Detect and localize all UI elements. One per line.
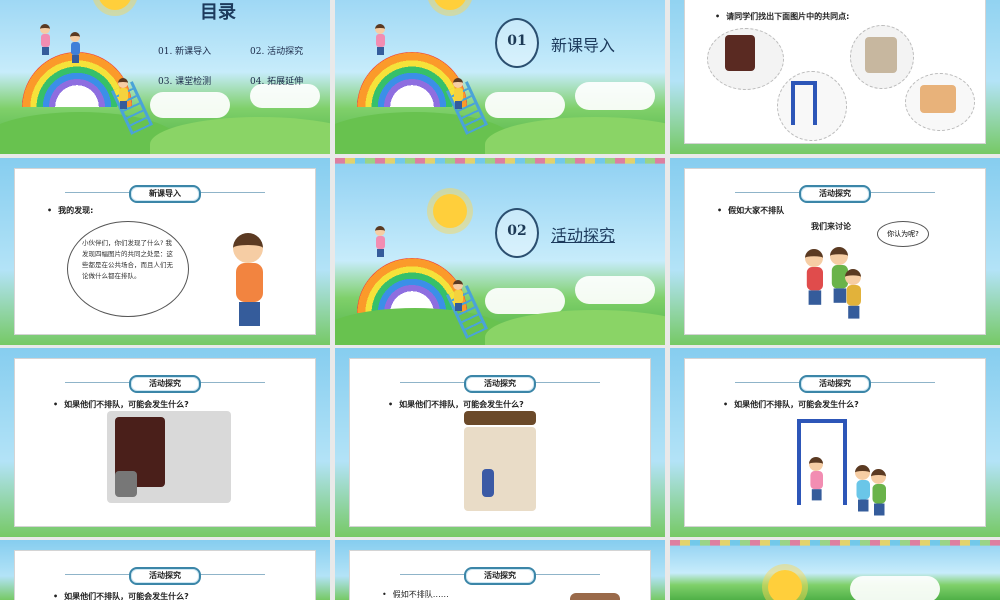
slide-caption: 活动探究 [350, 375, 650, 393]
child-figure [70, 32, 80, 63]
slide-thumbnail-2[interactable]: 01 新课导入 [335, 0, 665, 154]
child-figure [855, 465, 870, 512]
caption-pill: 活动探究 [799, 185, 871, 203]
slide-bullet: 如果他们不排队，可能会发生什么? [53, 591, 189, 600]
slide-bullet: 请同学们找出下面图片中的共同点: [715, 11, 849, 22]
toc-item-2[interactable]: 02. 活动探究 [250, 44, 303, 57]
toc-item-1[interactable]: 01. 新课导入 [158, 44, 211, 57]
slide-thumbnail-4[interactable]: 新课导入 我的发现: 小伙伴们，你们发现了什么? 我发现四幅图片的共同之处是：这… [0, 158, 330, 345]
slide-thumbnail-6[interactable]: 活动探究 假如大家不排队 我们来讨论 你认为呢? [670, 158, 1000, 345]
door-illustration [725, 35, 755, 71]
section-number-badge: 01 [495, 18, 539, 68]
sun-illustration [98, 0, 132, 10]
slide-caption: 活动探究 [15, 567, 315, 585]
child-figure [118, 78, 128, 109]
caption-pill: 活动探究 [129, 375, 201, 393]
speech-bubble: 你认为呢? [877, 221, 929, 247]
slide-content-panel: 活动探究 假如大家不排队 我们来讨论 你认为呢? [684, 168, 986, 335]
child-figure [805, 249, 823, 305]
slide-content-panel: 活动探究 如果他们不排队，可能会发生什么? [14, 550, 316, 600]
toc-item-3[interactable]: 03. 课堂检测 [158, 74, 211, 87]
slide-thumbnail-1[interactable]: 目录 01. 新课导入 02. 活动探究 03. 课堂检测 04. 拓展延伸 [0, 0, 330, 154]
sun-illustration [768, 570, 802, 600]
cloud-illustration [250, 84, 320, 108]
child-figure [809, 457, 823, 501]
slide-bullet: 假如大家不排队 [717, 205, 784, 216]
child-figure [845, 269, 861, 319]
slide-content-panel: 活动探究 如果他们不排队，可能会发生什么? [684, 358, 986, 527]
child-figure [375, 226, 385, 257]
slide-caption: 活动探究 [15, 375, 315, 393]
toc-item-4[interactable]: 04. 拓展延伸 [250, 74, 303, 87]
cloud-illustration [850, 576, 940, 600]
slide-content-panel: 请同学们找出下面图片中的共同点: [684, 0, 986, 144]
crowd-illustration [865, 37, 897, 73]
slide-caption: 活动探究 [685, 375, 985, 393]
sun-illustration [433, 194, 467, 228]
cloud-illustration [575, 82, 655, 110]
section-title: 新课导入 [551, 36, 616, 55]
slide-thumbnail-12[interactable] [670, 540, 1000, 600]
section-title: 活动探究 [551, 226, 616, 245]
toc-title: 目录 [200, 2, 236, 23]
hill-illustration [485, 310, 665, 345]
slide-bullet: 我的发现: [47, 205, 93, 216]
child-figure [453, 280, 463, 311]
slide-content-panel: 活动探究 如果他们不排队，可能会发生什么? [349, 358, 651, 527]
caption-pill: 新课导入 [129, 185, 201, 203]
slide-thumbnail-10[interactable]: 活动探究 如果他们不排队，可能会发生什么? [0, 540, 330, 600]
slide-bullet: 如果他们不排队，可能会发生什么? [53, 399, 189, 410]
slide-content-panel: 新课导入 我的发现: 小伙伴们，你们发现了什么? 我发现四幅图片的共同之处是：这… [14, 168, 316, 335]
slide-thumbnail-7[interactable]: 活动探究 如果他们不排队，可能会发生什么? [0, 348, 330, 537]
child-figure [375, 24, 385, 55]
station-crowd-illustration [464, 427, 536, 511]
section-number-badge: 02 [495, 208, 539, 258]
child-figure [871, 469, 886, 516]
cloud-illustration [150, 92, 230, 118]
swing-illustration [791, 81, 817, 125]
slide-content-panel: 活动探究 假如不排队…… [349, 550, 651, 600]
slide-thumbnail-11[interactable]: 活动探究 假如不排队…… [335, 540, 665, 600]
child-figure [40, 24, 50, 55]
cloud-illustration [485, 288, 565, 314]
slide-bullet: 如果他们不排队，可能会发生什么? [388, 399, 524, 410]
sun-illustration [433, 0, 467, 10]
slide-thumbnail-8[interactable]: 活动探究 如果他们不排队，可能会发生什么? [335, 348, 665, 537]
ticket-box-illustration [115, 471, 137, 497]
slide-caption: 活动探究 [350, 567, 650, 585]
speech-bubble: 小伙伴们，你们发现了什么? 我发现四幅图片的共同之处是：这些都是在公共场合，而且… [67, 221, 189, 317]
cloud-illustration [485, 92, 565, 118]
suitcase-illustration [482, 469, 494, 497]
child-figure [453, 78, 463, 109]
cloud-illustration [575, 276, 655, 304]
boy-figure [233, 233, 263, 326]
slide-caption: 活动探究 [685, 185, 985, 203]
bunting-decoration [670, 540, 1000, 546]
canteen-illustration [920, 85, 956, 113]
caption-pill: 活动探究 [799, 375, 871, 393]
slide-content-panel: 活动探究 如果他们不排队，可能会发生什么? [14, 358, 316, 527]
hill-illustration [150, 117, 330, 154]
discussion-label: 我们来讨论 [811, 222, 851, 231]
slide-grid: 目录 01. 新课导入 02. 活动探究 03. 课堂检测 04. 拓展延伸 0… [0, 0, 1000, 600]
slide-thumbnail-5[interactable]: 02 活动探究 [335, 158, 665, 345]
slide-bullet: 假如不排队…… [382, 589, 449, 600]
caption-pill: 活动探究 [129, 567, 201, 585]
slide-bullet: 如果他们不排队，可能会发生什么? [723, 399, 859, 410]
hill-illustration [485, 117, 665, 154]
slide-thumbnail-3[interactable]: 请同学们找出下面图片中的共同点: [670, 0, 1000, 154]
bunting-decoration [335, 158, 665, 164]
caption-pill: 活动探究 [464, 567, 536, 585]
slide-caption: 新课导入 [15, 185, 315, 203]
crowd-illustration [570, 593, 620, 600]
slide-thumbnail-9[interactable]: 活动探究 如果他们不排队，可能会发生什么? [670, 348, 1000, 537]
caption-pill: 活动探究 [464, 375, 536, 393]
station-board-illustration [464, 411, 536, 425]
